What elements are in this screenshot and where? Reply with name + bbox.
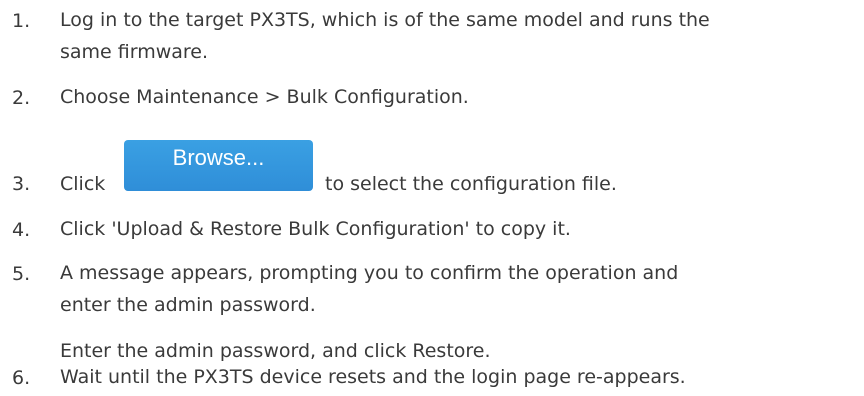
step-text-line: Choose Maintenance > Bulk Configuration. [60, 86, 469, 108]
step-number: 4. [12, 219, 31, 241]
step-text-line: same firmware. [60, 41, 209, 63]
step-text: Click 'Upload & Restore Bulk Configurati… [60, 213, 860, 245]
step-number: 3. [12, 173, 31, 195]
step-text: to select the configuration file. [325, 173, 617, 195]
step-note: Enter the admin password, and click Rest… [60, 340, 491, 362]
step-number: 6. [12, 367, 31, 389]
step-number: 2. [12, 87, 31, 109]
step-number: 5. [12, 263, 31, 285]
browse-button[interactable]: Browse... [124, 140, 313, 191]
step-text-line: Log in to the target PX3TS, which is of … [60, 9, 710, 31]
step-text-line: enter the admin password. [60, 294, 316, 316]
step-text-line: Click 'Upload & Restore Bulk Configurati… [60, 218, 571, 240]
step-number: 1. [12, 10, 31, 32]
step-text-line: A message appears, prompting you to conf… [60, 262, 679, 284]
step-text: Wait until the PX3TS device resets and t… [60, 361, 860, 393]
step-text: Choose Maintenance > Bulk Configuration. [60, 81, 860, 113]
step-text: A message appears, prompting you to conf… [60, 257, 860, 321]
step-text: Log in to the target PX3TS, which is of … [60, 4, 860, 68]
step-text-line: Wait until the PX3TS device resets and t… [60, 366, 686, 388]
step-text: Click [60, 173, 106, 195]
